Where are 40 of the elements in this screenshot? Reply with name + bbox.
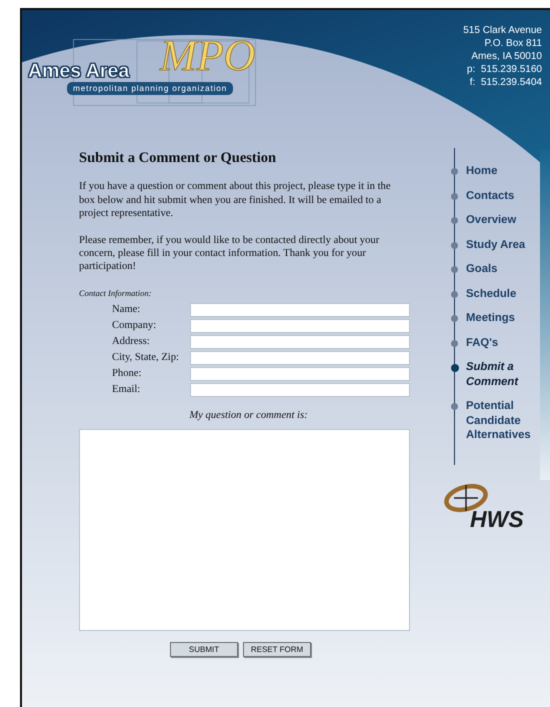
field-label: City, State, Zip: [112,350,180,365]
logo-title: Ames Area [28,60,130,82]
nav-link[interactable]: Home [466,164,544,178]
logo-mark: MPO [160,34,256,78]
nav-link[interactable]: Goals [466,262,544,276]
page-heading: Submit a Comment or Question [79,150,278,168]
input-field[interactable] [190,318,410,333]
comment-label: My question or comment is: [188,408,309,423]
input-field[interactable] [190,334,410,349]
crosshair-icon [444,483,488,512]
field-label: Phone: [112,366,142,381]
field-label: Company: [112,318,158,333]
comment-field[interactable] [79,429,410,632]
input-field[interactable] [190,366,410,381]
field-label: Name: [112,302,142,317]
paragraph: If you have a question or comment about this project, please type it in the box below and hit submit when you are finished. It will be emailed to a project representative. [79,180,392,221]
input-field[interactable] [190,382,410,397]
address-line: Ames, IA 50010 [470,50,542,63]
nav-link[interactable]: Potential Candidate Alternatives [466,399,544,442]
submit-button[interactable]: SUBMIT [170,642,238,658]
field-label: Email: [112,382,142,397]
nav-link[interactable]: Overview [466,213,544,228]
input-field[interactable] [190,302,410,317]
paragraph: Please remember, if you would like to be contacted directly about your concern, please fill in your contact information. Thank you for your participation! [79,234,380,274]
nav-link[interactable]: Meetings [466,311,544,326]
logo-tagline: metropolitan planning organization [67,82,234,95]
contact-caption: Contact Information: [79,286,152,300]
nav-link[interactable]: Study Area [466,238,544,252]
address-line: f: 515.239.5404 [468,76,542,89]
reset-button[interactable]: RESET FORM [243,642,311,658]
nav-link[interactable]: Contacts [466,188,544,203]
nav-link[interactable]: Submit a Comment [466,360,544,389]
address-line: p: 515.239.5160 [466,63,542,76]
address-line: P.O. Box 811 [484,37,542,50]
address-line: 515 Clark Avenue [463,24,542,37]
nav-link[interactable]: Schedule [466,286,544,301]
partner-logo: HWS [470,506,524,532]
nav-link[interactable]: FAQ's [466,336,544,350]
field-label: Address: [112,334,151,349]
input-field[interactable] [190,350,410,365]
